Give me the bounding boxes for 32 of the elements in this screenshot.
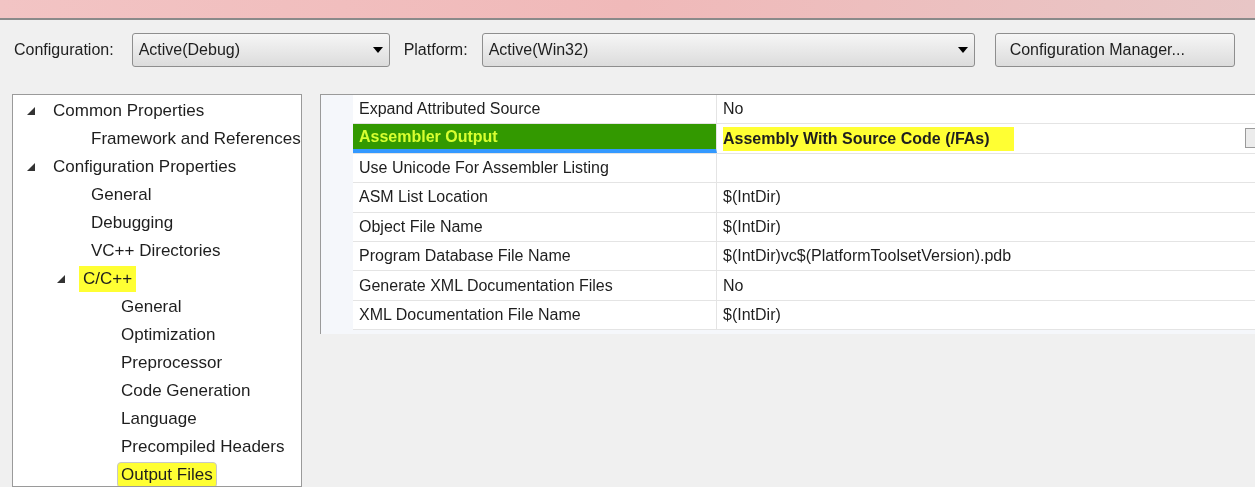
tree-item[interactable]: Framework and References <box>87 126 301 152</box>
caret-icon <box>957 47 968 53</box>
tree-item[interactable]: General <box>87 182 156 208</box>
configuration-dropdown[interactable]: Active(Debug) <box>131 33 390 67</box>
caret-icon <box>372 47 383 53</box>
tree-item[interactable]: Common Properties <box>49 98 209 124</box>
platform-dropdown[interactable]: Active(Win32) <box>481 33 975 67</box>
tree-item[interactable]: Configuration Properties <box>49 154 241 180</box>
tree-item[interactable]: Precompiled Headers <box>117 434 289 460</box>
property-value[interactable]: Assembly With Source Code (/FAs) <box>723 126 1014 151</box>
tree-item[interactable]: Optimization <box>117 322 220 348</box>
configuration-manager-button[interactable]: Configuration Manager... <box>994 33 1235 67</box>
configuration-label: Configuration: <box>14 40 114 60</box>
property-value[interactable]: No <box>723 273 744 298</box>
property-value[interactable]: $(IntDir) <box>723 185 781 210</box>
property-value[interactable]: $(IntDir) <box>723 302 781 327</box>
platform-label: Platform: <box>403 40 468 60</box>
property-value[interactable]: $(IntDir) <box>723 214 781 239</box>
property-value[interactable]: $(IntDir)vc$(PlatformToolsetVersion).pdb <box>723 244 1012 269</box>
expanded-triangle-icon[interactable] <box>57 275 65 283</box>
tree-item[interactable]: Code Generation <box>117 378 255 404</box>
tree-item[interactable]: VC++ Directories <box>87 238 225 264</box>
tree-item[interactable]: Language <box>117 406 201 432</box>
tree-item[interactable]: General <box>117 294 186 320</box>
expanded-triangle-icon[interactable] <box>27 107 35 115</box>
tree-item[interactable]: Preprocessor <box>117 350 227 376</box>
property-value[interactable]: No <box>723 97 744 122</box>
expanded-triangle-icon[interactable] <box>27 163 35 171</box>
dropdown-button[interactable] <box>1245 128 1255 149</box>
tree-item[interactable]: Output Files <box>117 462 217 486</box>
tree-item[interactable]: C/C++ <box>79 266 137 292</box>
tree-item[interactable]: Debugging <box>87 210 178 236</box>
